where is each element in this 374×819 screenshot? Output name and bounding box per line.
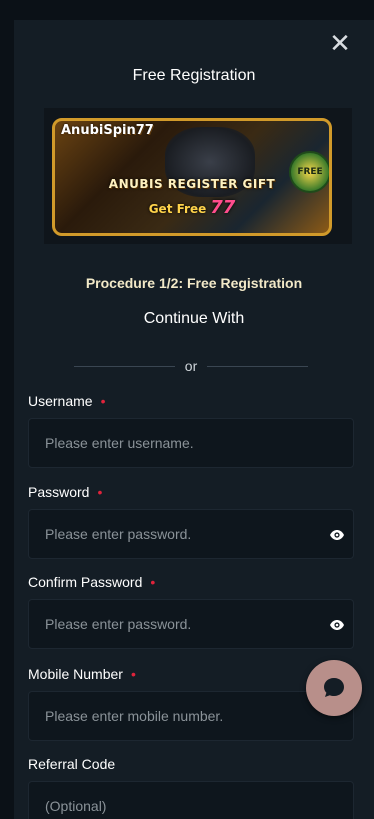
procedure-step: Procedure 1/2: Free Registration [85,275,303,291]
divider-line-right [207,365,309,367]
banner-headline: ANUBIS REGISTER GIFT [108,177,276,191]
required-marker: • [130,666,136,682]
promo-banner[interactable]: AnubiSpin77 ANUBIS REGISTER GIFT Get Fre… [44,108,352,244]
modal-title: Free Registration [132,67,256,84]
or-divider: or [74,358,309,374]
confirm-password-input-wrap [28,599,354,649]
username-label-text: Username [28,393,93,409]
banner-subtext: Get Free 77 [55,197,329,218]
referral-label: Referral Code [28,756,116,772]
password-input-wrap [28,509,354,559]
banner-sub-number: 77 [210,197,236,218]
confirm-password-field-group: Confirm Password • [28,573,354,649]
mobile-label-text: Mobile Number [28,666,123,682]
confirm-password-input[interactable] [29,600,353,648]
username-input[interactable] [29,419,353,467]
required-marker: • [100,393,106,409]
free-badge: FREE [289,151,329,193]
banner-sub-label: Get Free [148,202,207,216]
password-label: Password • [28,483,354,501]
mobile-label: Mobile Number • [28,665,354,683]
banner-frame: AnubiSpin77 ANUBIS REGISTER GIFT Get Fre… [52,118,332,236]
password-field-group: Password • [28,483,354,559]
password-input[interactable] [29,510,353,558]
referral-field-group: Referral Code [28,755,354,819]
divider-line-left [74,365,175,367]
continue-with-label: Continue With [143,310,245,327]
eye-icon[interactable] [329,617,345,633]
banner-logo: AnubiSpin77 [61,123,154,138]
required-marker: • [150,574,156,590]
confirm-password-label-text: Confirm Password [28,574,143,590]
username-input-wrap [28,418,354,468]
mobile-input-wrap [28,691,354,741]
password-label-text: Password [28,484,90,500]
mobile-number-input[interactable] [29,692,353,740]
username-label: Username • [28,392,354,410]
referral-code-input[interactable] [29,782,353,819]
referral-input-wrap [28,781,354,819]
close-icon[interactable]: ✕ [328,31,352,57]
mobile-field-group: Mobile Number • [28,665,354,741]
chat-bubble-icon [324,678,344,697]
eye-icon[interactable] [329,527,345,543]
username-field-group: Username • [28,392,354,468]
confirm-password-label: Confirm Password • [28,573,354,591]
required-marker: • [97,484,103,500]
chat-button[interactable] [306,660,362,716]
divider-text: or [184,358,198,374]
